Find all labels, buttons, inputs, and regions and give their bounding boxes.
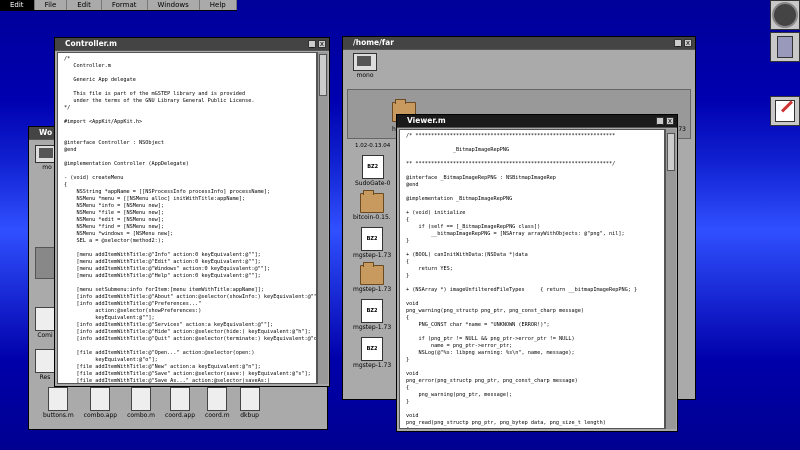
file-label: mgstep-1.73 bbox=[353, 252, 392, 259]
computer-icon bbox=[353, 53, 377, 71]
icon-mono-label: mono bbox=[356, 72, 374, 79]
file-icon bbox=[35, 307, 55, 331]
controller-window-titlebar[interactable]: Controller.m _ x bbox=[55, 38, 329, 51]
file-label: mgstep-1.73 bbox=[353, 324, 392, 331]
file-label: combo.m bbox=[127, 412, 156, 419]
viewer-window-titlebar[interactable]: Viewer.m _ x bbox=[397, 115, 677, 128]
file-label: mgstep-1.73 bbox=[353, 362, 392, 369]
file-label: bitcoin-0.15. bbox=[353, 214, 391, 221]
file-label: SudoGate-0 bbox=[355, 180, 391, 187]
file-label: coord.app bbox=[165, 412, 196, 419]
version-text: 1.02-0.13.04 bbox=[355, 143, 391, 149]
file-icon bbox=[239, 387, 260, 411]
file-icon bbox=[131, 387, 152, 411]
back-icon-label: mo bbox=[42, 164, 52, 171]
file-mgstep-3[interactable]: BZ2 mgstep-1.73 bbox=[353, 299, 391, 331]
menu-windows[interactable]: Windows bbox=[148, 0, 200, 10]
controller-text-view[interactable]: /* Controller.m Generic App delegate Thi… bbox=[57, 52, 317, 384]
file-icon bbox=[35, 349, 55, 373]
folder-icon bbox=[360, 262, 385, 285]
menu-format[interactable]: Format bbox=[102, 0, 148, 10]
back-window-title: Wo bbox=[39, 128, 53, 137]
bz2-icon: BZ2 bbox=[361, 227, 384, 251]
file-label: mgstep-1.73 bbox=[353, 286, 392, 293]
minimize-button[interactable]: _ bbox=[674, 39, 682, 47]
scroll-knob[interactable] bbox=[667, 133, 675, 171]
file-dkbup[interactable]: dkbup bbox=[239, 387, 260, 419]
file-bitcoin[interactable]: bitcoin-0.15. bbox=[353, 190, 391, 221]
file-mgstep-2[interactable]: mgstep-1.73 bbox=[353, 262, 392, 293]
dock-sphere-icon bbox=[772, 2, 798, 28]
back-bottom-row: buttons.m combo.app combo.m coord.app co… bbox=[43, 387, 297, 419]
viewer-code: /* *************************************… bbox=[406, 133, 638, 428]
menu-app-edit[interactable]: Edit bbox=[0, 0, 35, 10]
scroll-knob[interactable] bbox=[319, 54, 327, 96]
controller-code: /* Controller.m Generic App delegate Thi… bbox=[64, 56, 317, 384]
file-combo-m[interactable]: combo.m bbox=[127, 387, 155, 419]
app-icon bbox=[170, 387, 191, 411]
viewer-window: Viewer.m _ x /* *************************… bbox=[396, 114, 678, 432]
back-icon-label: Comi bbox=[37, 332, 53, 339]
menu-edit[interactable]: Edit bbox=[67, 0, 102, 10]
back-icon-label: Res bbox=[39, 374, 51, 381]
bz2-icon: BZ2 bbox=[361, 299, 384, 323]
folder-icon bbox=[359, 190, 384, 213]
file-label: combo.app bbox=[83, 412, 118, 419]
menu-help[interactable]: Help bbox=[200, 0, 237, 10]
file-mgstep-4[interactable]: BZ2 mgstep-1.73 bbox=[353, 337, 391, 369]
home-window-title: /home/far bbox=[353, 38, 394, 47]
menu-file[interactable]: File bbox=[35, 0, 68, 10]
menubar: Edit File Edit Format Windows Help bbox=[0, 0, 237, 11]
dock-sphere[interactable] bbox=[770, 0, 800, 30]
minimize-button[interactable]: _ bbox=[656, 117, 664, 125]
file-label: buttons.m bbox=[43, 412, 74, 419]
minimize-button[interactable]: _ bbox=[308, 40, 316, 48]
file-label: coord.m bbox=[205, 412, 230, 419]
controller-scrollbar[interactable] bbox=[317, 52, 328, 384]
viewer-text-view[interactable]: /* *************************************… bbox=[399, 129, 665, 429]
dock-drive-icon bbox=[777, 36, 793, 58]
dock-textedit-icon bbox=[775, 100, 795, 122]
close-button[interactable]: x bbox=[318, 40, 326, 48]
file-mgstep-1[interactable]: BZ2 mgstep-1.73 bbox=[353, 227, 391, 259]
back-icon-res[interactable]: Res bbox=[35, 349, 55, 381]
home-window-titlebar[interactable]: /home/far _ x bbox=[343, 37, 695, 50]
icon-mono[interactable]: mono bbox=[353, 53, 377, 79]
close-button[interactable]: x bbox=[666, 117, 674, 125]
viewer-window-title: Viewer.m bbox=[407, 116, 446, 125]
file-coord-m[interactable]: coord.m bbox=[205, 387, 230, 419]
file-combo-app[interactable]: combo.app bbox=[84, 387, 117, 419]
viewer-scrollbar[interactable] bbox=[665, 129, 676, 429]
file-icon bbox=[207, 387, 228, 411]
file-label: dkbup bbox=[240, 412, 259, 419]
controller-window-title: Controller.m bbox=[65, 39, 117, 48]
file-icon bbox=[48, 387, 69, 411]
file-sudogate[interactable]: BZ2 SudoGate-0 bbox=[355, 155, 390, 187]
back-icon-comi[interactable]: Comi bbox=[35, 307, 55, 339]
file-buttons[interactable]: buttons.m bbox=[43, 387, 74, 419]
bz2-icon: BZ2 bbox=[361, 337, 384, 361]
bz2-icon: BZ2 bbox=[361, 155, 384, 179]
file-coord-app[interactable]: coord.app bbox=[165, 387, 195, 419]
dock-drive[interactable] bbox=[770, 32, 800, 62]
app-icon bbox=[90, 387, 111, 411]
dock-textedit[interactable] bbox=[770, 96, 800, 126]
controller-window: Controller.m _ x /* Controller.m Generic … bbox=[54, 37, 330, 387]
close-button[interactable]: x bbox=[684, 39, 692, 47]
